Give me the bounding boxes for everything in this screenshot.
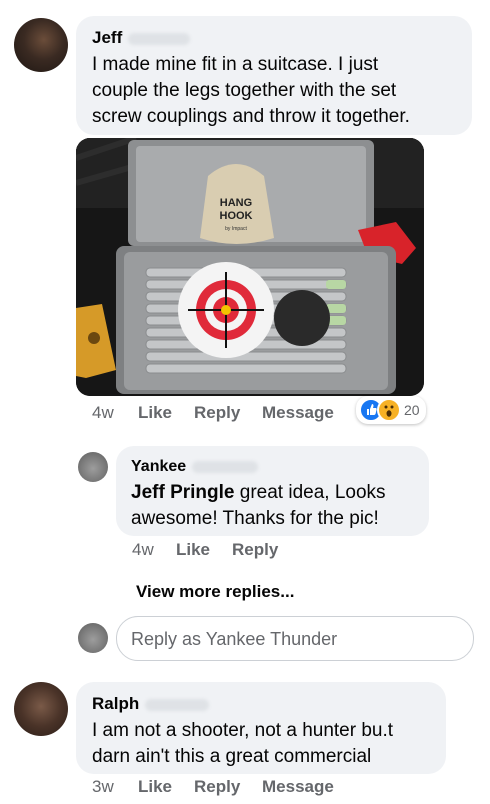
reply-button[interactable]: Reply	[194, 777, 240, 797]
reply-button[interactable]: Reply	[194, 403, 240, 423]
bag-label-line2: HOOK	[220, 210, 253, 222]
reply-input[interactable]: Reply as Yankee Thunder	[116, 616, 474, 661]
comment-time[interactable]: 3w	[92, 777, 114, 797]
comment-author[interactable]: Jeff	[92, 28, 191, 48]
reply-bubble-yankee: Yankee Jeff Pringle great idea, Looks aw…	[116, 446, 429, 536]
like-button[interactable]: Like	[138, 777, 172, 797]
comment-time[interactable]: 4w	[92, 403, 114, 423]
reply-time[interactable]: 4w	[132, 540, 154, 560]
reaction-count: 20	[404, 402, 420, 418]
reply-text: Jeff Pringle great idea, Looks awesome! …	[131, 482, 386, 529]
comment-bubble-jeff: Jeff I made mine fit in a suitcase. I ju…	[76, 16, 472, 135]
comment-text: I made mine fit in a suitcase. I just co…	[92, 54, 410, 127]
reaction-summary[interactable]: 20	[356, 396, 426, 424]
bag-label-line3: by Impact	[225, 226, 247, 232]
avatar-yankee[interactable]	[78, 452, 108, 482]
like-button[interactable]: Like	[138, 403, 172, 423]
blurred-surname	[128, 32, 191, 45]
comment-actions-ralph: 3w Like Reply Message	[92, 777, 472, 799]
bag-label-line1: HANG	[220, 197, 252, 209]
comment-photo[interactable]: HANG HOOK by Impact	[76, 138, 424, 396]
blurred-surname	[192, 460, 259, 473]
suitcase-photo-image: HANG HOOK by Impact	[76, 138, 424, 396]
wow-reaction-icon	[377, 398, 401, 422]
message-button[interactable]: Message	[262, 403, 334, 423]
comment-bubble-ralph: Ralph I am not a shooter, not a hunter b…	[76, 682, 446, 774]
avatar-current-user	[78, 623, 108, 653]
avatar-jeff[interactable]	[14, 18, 68, 72]
comment-author[interactable]: Ralph	[92, 694, 210, 714]
reply-input-placeholder: Reply as Yankee Thunder	[131, 629, 338, 649]
like-button[interactable]: Like	[176, 540, 210, 560]
message-button[interactable]: Message	[262, 777, 334, 797]
reply-author[interactable]: Yankee	[131, 458, 259, 476]
comment-text: I am not a shooter, not a hunter bu.t da…	[92, 720, 394, 767]
view-more-replies-link[interactable]: View more replies...	[136, 582, 294, 602]
mention-link[interactable]: Jeff Pringle	[131, 482, 234, 503]
avatar-ralph[interactable]	[14, 682, 68, 736]
reply-button[interactable]: Reply	[232, 540, 278, 560]
reply-actions-yankee: 4w Like Reply	[132, 540, 432, 562]
blurred-surname	[145, 698, 210, 711]
